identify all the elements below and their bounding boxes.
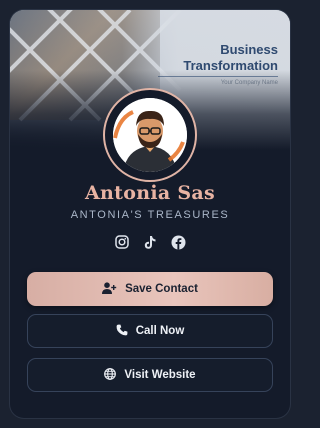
instagram-icon[interactable] — [114, 234, 130, 250]
add-user-icon — [102, 281, 117, 297]
save-contact-button[interactable]: Save Contact — [27, 272, 273, 306]
banner-title-line2: Transformation — [183, 58, 278, 73]
business-card: Business Transformation Your Company Nam… — [10, 10, 290, 418]
banner-divider — [158, 76, 278, 77]
globe-icon — [104, 367, 117, 383]
social-links — [10, 234, 290, 250]
save-contact-label: Save Contact — [125, 283, 198, 295]
banner-tagline: Your Company Name — [220, 80, 278, 86]
banner-title-line1: Business — [220, 42, 278, 57]
call-now-label: Call Now — [135, 325, 185, 337]
call-now-button[interactable]: Call Now — [27, 314, 273, 348]
company-name: ANTONIA'S TREASURES — [70, 209, 230, 221]
phone-icon — [116, 324, 128, 339]
avatar — [113, 98, 187, 172]
banner-title: Business Transformation — [183, 42, 278, 74]
profile-name: Antonia Sas — [85, 182, 215, 204]
facebook-icon[interactable] — [170, 234, 186, 250]
visit-website-label: Visit Website — [124, 369, 196, 381]
person-avatar-icon — [113, 98, 187, 172]
tiktok-icon[interactable] — [142, 234, 158, 250]
visit-website-button[interactable]: Visit Website — [27, 358, 273, 392]
avatar-ring — [103, 88, 197, 182]
